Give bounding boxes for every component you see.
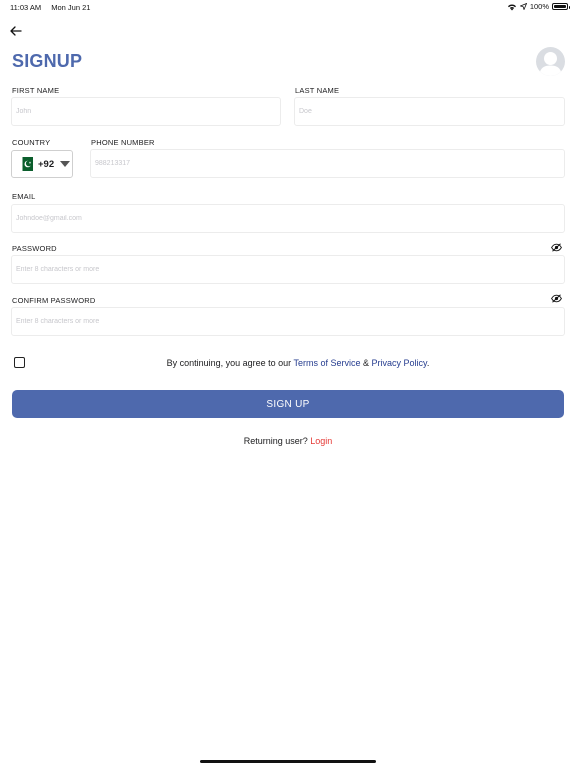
first-name-field-wrapper bbox=[11, 97, 281, 126]
status-right: 100% bbox=[507, 2, 570, 11]
first-name-label: FIRST NAME bbox=[12, 86, 60, 95]
user-avatar-icon bbox=[539, 52, 562, 76]
terms-text: By continuing, you agree to our Terms of… bbox=[0, 358, 576, 368]
password-field-wrapper bbox=[11, 255, 565, 284]
login-link[interactable]: Login bbox=[310, 436, 332, 446]
chevron-down-icon bbox=[60, 161, 71, 167]
battery-percent: 100% bbox=[529, 2, 549, 11]
phone-field-wrapper bbox=[90, 149, 565, 178]
terms-separator: & bbox=[360, 358, 372, 368]
dial-code: +92 bbox=[38, 158, 55, 170]
status-date: Mon Jun 21 bbox=[51, 3, 91, 12]
avatar[interactable] bbox=[536, 47, 565, 76]
terms-suffix: . bbox=[426, 358, 430, 368]
password-input[interactable] bbox=[12, 256, 564, 283]
returning-user-prompt: Returning user? bbox=[243, 436, 311, 446]
email-input[interactable] bbox=[12, 205, 564, 232]
returning-user-text: Returning user? Login bbox=[0, 436, 576, 446]
first-name-input[interactable] bbox=[12, 98, 280, 125]
terms-prefix: By continuing, you agree to our bbox=[166, 358, 294, 368]
wifi-icon bbox=[507, 3, 516, 10]
home-indicator bbox=[200, 760, 376, 763]
status-time: 11:03 AM bbox=[10, 3, 42, 12]
confirm-password-field-wrapper bbox=[11, 307, 565, 336]
pakistan-flag-icon bbox=[19, 157, 33, 171]
email-label: EMAIL bbox=[12, 192, 36, 201]
status-bar: 11:03 AM Mon Jun 21 100% bbox=[0, 0, 576, 16]
privacy-policy-link[interactable]: Privacy Policy bbox=[372, 358, 427, 368]
eye-slash-icon[interactable] bbox=[551, 243, 562, 252]
phone-label: PHONE NUMBER bbox=[91, 138, 155, 147]
last-name-label: LAST NAME bbox=[295, 86, 340, 95]
location-arrow-icon bbox=[519, 3, 527, 10]
phone-input[interactable] bbox=[91, 150, 564, 177]
email-field-wrapper bbox=[11, 204, 565, 233]
arrow-left-icon bbox=[10, 26, 22, 36]
back-button[interactable] bbox=[9, 24, 23, 38]
confirm-password-label: CONFIRM PASSWORD bbox=[12, 296, 96, 305]
page-title: SIGNUP bbox=[12, 51, 83, 71]
last-name-field-wrapper bbox=[294, 97, 565, 126]
last-name-input[interactable] bbox=[295, 98, 564, 125]
password-label: PASSWORD bbox=[12, 244, 57, 253]
country-label: COUNTRY bbox=[12, 138, 51, 147]
terms-of-service-link[interactable]: Terms of Service bbox=[294, 358, 361, 368]
confirm-password-input[interactable] bbox=[12, 308, 564, 335]
battery-icon bbox=[552, 3, 570, 10]
status-left: 11:03 AM Mon Jun 21 bbox=[10, 3, 98, 12]
eye-slash-icon[interactable] bbox=[551, 294, 562, 303]
country-picker[interactable]: +92 bbox=[11, 150, 73, 178]
signup-button[interactable]: SIGN UP bbox=[12, 390, 564, 418]
